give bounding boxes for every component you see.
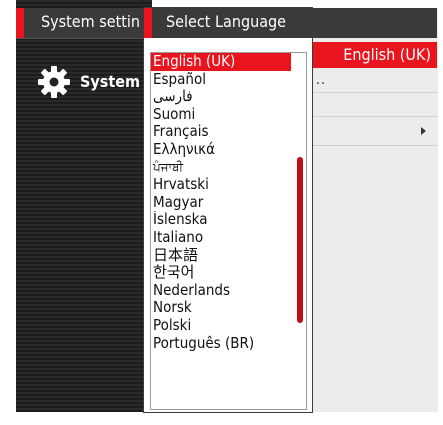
language-option[interactable]: ਪੰਜਾਬੀ [151, 159, 291, 177]
language-option[interactable]: Français [151, 123, 291, 141]
scrollbar-thumb[interactable] [297, 157, 303, 323]
settings-title: System settin [41, 12, 141, 31]
language-option[interactable]: 日本語 [151, 247, 291, 265]
language-option[interactable]: English (UK) [151, 53, 291, 71]
language-option[interactable]: Suomi [151, 106, 291, 124]
language-option[interactable]: Magyar [151, 194, 291, 212]
language-option[interactable]: 한국어 [151, 264, 291, 282]
content-titlebar [306, 8, 437, 38]
titlebar-accent [16, 8, 24, 38]
select-language-dialog: Select Language English (UK) Español فارسی… [144, 8, 312, 412]
row-divider [307, 145, 437, 146]
language-option[interactable]: فارسی [151, 88, 291, 106]
language-option[interactable]: Nederlands [151, 282, 291, 300]
app-root: System settin System English (UK) ·· Sel… [0, 0, 443, 425]
dialog-header-accent [144, 8, 152, 38]
language-option[interactable]: Ελληνικά [151, 141, 291, 159]
gear-icon [38, 66, 70, 98]
language-option[interactable]: Español [151, 71, 291, 89]
sidebar-item-system-label: System [80, 72, 140, 91]
chevron-right-icon[interactable] [421, 127, 426, 135]
language-option[interactable]: Íslenska [151, 211, 291, 229]
language-option[interactable]: Polski [151, 317, 291, 335]
dialog-title: Select Language [166, 12, 287, 31]
language-list-items: English (UK) Español فارسی Suomi Français Ελλ… [151, 53, 291, 352]
ellipsis-text: ·· [316, 76, 326, 92]
row-divider [307, 116, 437, 117]
language-option[interactable]: Português (BR) [151, 335, 291, 353]
language-list[interactable]: English (UK) Español فارسی Suomi Français Ελλ… [150, 52, 307, 410]
language-value[interactable]: English (UK) [306, 42, 437, 68]
dialog-header: Select Language [144, 8, 312, 38]
row-divider [307, 92, 437, 93]
settings-titlebar: System settin [16, 8, 152, 39]
language-option[interactable]: Hrvatski [151, 176, 291, 194]
settings-content-panel [306, 8, 438, 412]
sidebar-item-system[interactable]: System [16, 62, 152, 114]
language-option[interactable]: Italiano [151, 229, 291, 247]
language-option[interactable]: Norsk [151, 299, 291, 317]
